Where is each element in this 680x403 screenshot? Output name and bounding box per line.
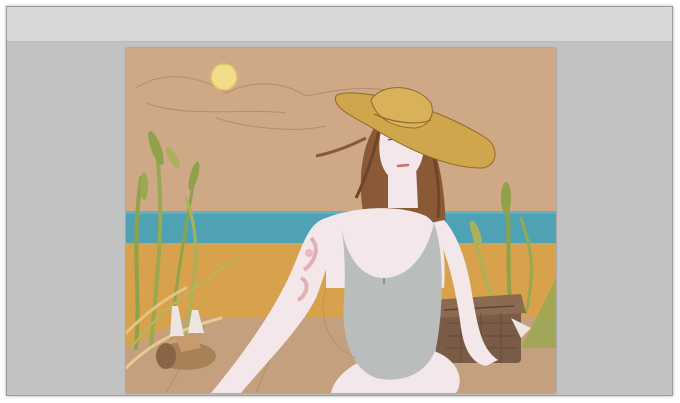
artwork — [126, 48, 556, 393]
sun — [210, 63, 238, 91]
app-window — [6, 6, 673, 396]
workspace — [7, 42, 672, 395]
drawing-canvas[interactable] — [126, 48, 556, 393]
top-toolbar — [7, 7, 672, 42]
